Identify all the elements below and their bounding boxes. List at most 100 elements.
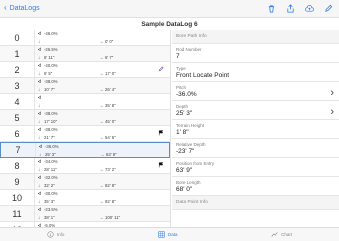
chevron-right-icon: › xyxy=(330,87,334,99)
distance-value: 26' 4" xyxy=(105,86,116,92)
arrow-down-icon: ↓ xyxy=(38,166,41,172)
row-index: 8 xyxy=(0,158,34,173)
pitch-icon: ≮ xyxy=(38,207,41,212)
arrow-down-icon: ↓ xyxy=(38,198,41,204)
distance-cell: → 92' 8" xyxy=(99,199,116,204)
pitch-cell: ≮ -38.0% xyxy=(38,79,58,84)
bore-path-section-header: Bore Path Info xyxy=(172,30,339,44)
pitch-cell: ≮ xyxy=(38,95,44,100)
tab-chart[interactable]: Chart xyxy=(271,231,292,238)
table-row[interactable]: 6 ≮ -38.0% ↓ 21' 7" → 54' 5" xyxy=(0,126,170,142)
table-row[interactable]: 11 ≮ -23.5% ↓ 38' 1" → 100' 11" xyxy=(0,206,170,222)
relative-depth-field: Relative Depth -23' 7" xyxy=(172,139,339,158)
distance-cell: → 54' 5" xyxy=(99,135,116,140)
row-cells: ≮ -34.0% ↓ 28' 11" → 73' 2" xyxy=(34,158,170,173)
table-row[interactable]: 10 ≮ -30.0% ↓ 35' 3" → 92' 8" xyxy=(0,190,170,206)
pitch-value: -36.0% xyxy=(45,144,59,149)
table-row[interactable]: 2 ≮ -40.0% ↓ 6' 5" → 17' 0" xyxy=(0,62,170,78)
rod-number-value: 7 xyxy=(176,53,180,60)
table-row[interactable]: 7 ≮ -36.0% ↓ 25' 3" → 63' 9" xyxy=(0,142,170,158)
arrow-down-icon: ↓ xyxy=(38,38,41,44)
data-point-section-header: Data Point Info xyxy=(172,196,339,210)
row-cells: ≮ -36.0% ↓ 25' 3" → 63' 9" xyxy=(35,143,169,157)
distance-value: 63' 9" xyxy=(106,151,117,157)
arrow-down-icon: ↓ xyxy=(38,182,41,188)
pitch-icon: ≮ xyxy=(38,79,41,84)
table-row[interactable]: 4 ≮ ↓ → 35' 8" xyxy=(0,94,170,110)
relative-depth-label: Relative Depth xyxy=(176,142,206,147)
row-cells: ≮ -32.0% ↓ 32' 2" → 82' 8" xyxy=(34,174,170,189)
terrain-height-label: Terrain Height xyxy=(176,123,205,128)
tab-bar: Info Data Chart xyxy=(0,227,339,241)
depth-value: 28' 11" xyxy=(44,166,57,172)
pitch-value: -23.5% xyxy=(44,207,58,212)
distance-value: 6' 7" xyxy=(105,54,114,60)
edit-pencil-icon xyxy=(158,66,164,72)
arrow-right-icon: → xyxy=(99,70,104,76)
pitch-icon: ≮ xyxy=(38,47,41,52)
share-icon[interactable] xyxy=(285,3,295,13)
arrow-down-icon: ↓ xyxy=(38,86,41,92)
row-index: 3 xyxy=(0,78,34,93)
detail-panel: Bore Path Info Rod Number 7 Type Front L… xyxy=(172,30,339,227)
navigation-bar: ‹ DataLogs xyxy=(0,0,339,18)
cloud-upload-icon[interactable] xyxy=(304,3,314,13)
row-cells: ≮ -23.5% ↓ 38' 1" → 100' 11" xyxy=(34,206,170,221)
table-row[interactable]: 8 ≮ -34.0% ↓ 28' 11" → 73' 2" xyxy=(0,158,170,174)
grid-icon xyxy=(158,231,165,238)
table-row[interactable]: 1 ≮ -26.5% ↓ 6' 11" → 6' 7" xyxy=(0,46,170,62)
pitch-value: -26.5% xyxy=(44,47,58,52)
depth-cell: ↓ 28' 11" xyxy=(38,167,57,172)
pitch-label: Pitch xyxy=(176,85,187,90)
distance-value: 92' 8" xyxy=(105,198,116,204)
tab-info[interactable]: Info xyxy=(47,231,64,238)
distance-cell: → 82' 8" xyxy=(99,183,116,188)
depth-value: 25' 3" xyxy=(45,151,56,157)
depth-cell: ↓ xyxy=(38,103,44,108)
trash-icon[interactable] xyxy=(266,3,276,13)
position-from-entry-value: 63' 9" xyxy=(176,167,193,174)
type-field: Type Front Locate Point xyxy=(172,63,339,82)
distance-cell: → 0' 0" xyxy=(99,39,113,44)
arrow-right-icon: → xyxy=(99,86,104,92)
type-label: Type xyxy=(176,66,186,71)
distance-cell: → 26' 4" xyxy=(99,87,116,92)
toolbar-actions xyxy=(266,3,333,13)
back-button[interactable]: ‹ DataLogs xyxy=(4,3,40,12)
depth-value: 17' 10" xyxy=(44,118,58,124)
arrow-right-icon: → xyxy=(100,151,105,157)
position-from-entry-label: Position from Entry xyxy=(176,161,215,166)
depth-cell: ↓ 17' 10" xyxy=(38,119,57,124)
pitch-cell: ≮ -38.0% xyxy=(38,111,58,116)
pitch-cell: ≮ -32.0% xyxy=(38,175,58,180)
pitch-icon: ≮ xyxy=(38,159,41,164)
pitch-value: -38.0% xyxy=(44,111,58,116)
table-row[interactable]: 0 ≮ -46.0% ↓ → 0' 0" xyxy=(0,30,170,46)
depth-value: 25' 3" xyxy=(176,110,193,117)
pitch-icon: ≮ xyxy=(38,127,41,132)
pitch-icon: ≮ xyxy=(38,95,41,100)
back-label: DataLogs xyxy=(9,5,40,12)
arrow-right-icon: → xyxy=(99,38,104,44)
pitch-cell: ≮ -30.0% xyxy=(38,191,58,196)
depth-field[interactable]: Depth 25' 3" › xyxy=(172,101,339,120)
distance-value: 54' 5" xyxy=(105,134,116,140)
row-index: 10 xyxy=(0,190,34,205)
pitch-field[interactable]: Pitch -36.0% › xyxy=(172,82,339,101)
tab-data[interactable]: Data xyxy=(158,231,177,238)
arrow-down-icon: ↓ xyxy=(39,151,42,157)
pitch-icon: ≮ xyxy=(39,144,42,149)
arrow-down-icon: ↓ xyxy=(38,118,41,124)
row-index: 1 xyxy=(0,46,34,61)
data-point-list[interactable]: 0 ≮ -46.0% ↓ → 0' 0" 1 ≮ -26.5% ↓ 6' 11" → 6' 7" 2 ≮ -4… xyxy=(0,30,171,227)
edit-pencil-icon[interactable] xyxy=(323,3,333,13)
depth-value: 6' 5" xyxy=(44,70,53,76)
row-cells: ≮ ↓ → 35' 8" xyxy=(34,94,170,109)
chevron-right-icon: › xyxy=(330,106,334,118)
depth-cell: ↓ 32' 2" xyxy=(38,183,55,188)
table-row[interactable]: 9 ≮ -32.0% ↓ 32' 2" → 82' 8" xyxy=(0,174,170,190)
row-index: 6 xyxy=(0,126,34,141)
row-index: 4 xyxy=(0,94,34,109)
table-row[interactable]: 3 ≮ -38.0% ↓ 10' 7" → 26' 4" xyxy=(0,78,170,94)
table-row[interactable]: 5 ≮ -38.0% ↓ 17' 10" → 45' 0" xyxy=(0,110,170,126)
